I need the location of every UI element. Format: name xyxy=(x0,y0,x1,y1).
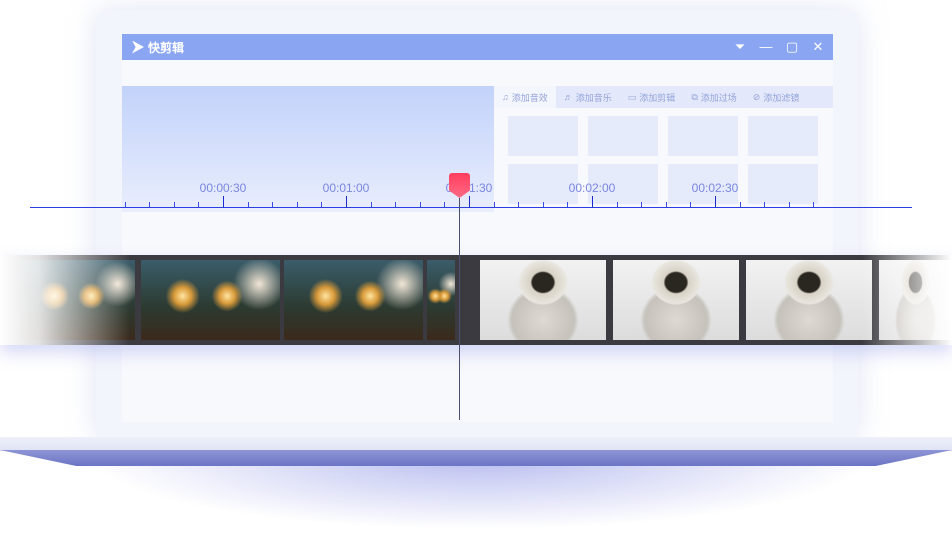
transition-icon: ⧉ xyxy=(691,91,698,102)
laptop-base xyxy=(0,437,952,451)
ruler-tick xyxy=(690,202,692,207)
ruler-tick xyxy=(223,196,224,207)
app-title: 快剪辑 xyxy=(148,40,185,55)
timeline-ruler[interactable]: 00:00:30 00:01:00 00:01:30 00:02:00 00:0… xyxy=(0,170,952,220)
ruler-tick xyxy=(296,202,298,207)
time-label: 00:01:00 xyxy=(322,181,370,195)
ruler-tick xyxy=(395,202,397,207)
material-thumb[interactable] xyxy=(668,116,738,156)
playhead-line xyxy=(459,198,460,420)
ruler-tick xyxy=(173,202,175,207)
video-frame xyxy=(480,260,606,340)
material-thumb[interactable] xyxy=(588,116,658,156)
filter-icon: ⊘ xyxy=(752,91,761,102)
material-thumb[interactable] xyxy=(748,116,818,156)
ruler-tick xyxy=(198,202,200,207)
ruler-tick xyxy=(346,196,347,207)
tab-music[interactable]: ♬ 添加音乐 xyxy=(556,86,620,108)
music-icon: ♬ xyxy=(563,92,573,102)
time-label: 00:02:30 xyxy=(691,181,739,195)
maximize-icon[interactable]: ▢ xyxy=(785,39,799,55)
video-frame xyxy=(613,260,739,340)
video-frame xyxy=(427,260,455,340)
ruler-tick xyxy=(813,202,815,207)
ruler-tick xyxy=(592,196,593,207)
minimize-icon[interactable]: — xyxy=(759,39,773,55)
ruler-tick xyxy=(739,202,741,207)
time-label: 00:02:00 xyxy=(568,181,616,195)
video-frame xyxy=(746,260,872,340)
ruler-tick xyxy=(444,202,446,207)
sound-effect-icon: ♫ xyxy=(502,92,509,102)
time-label: 00:00:30 xyxy=(199,181,247,195)
material-tabs: ♫ 添加音效 ♬ 添加音乐 ▭ 添加剪辑 ⧉ 添加过场 ⊘ 添加滤镜 xyxy=(494,86,833,108)
tab-clip[interactable]: ▭ 添加剪辑 xyxy=(620,86,684,108)
fade-left xyxy=(0,255,130,345)
ruler-tick xyxy=(715,196,716,207)
laptop-base-bottom xyxy=(0,450,952,466)
ruler-tick xyxy=(542,202,544,207)
ruler-tick xyxy=(641,202,643,207)
ruler-tick xyxy=(469,196,470,207)
video-track[interactable] xyxy=(0,255,952,345)
ruler-line xyxy=(30,207,912,208)
ruler-tick xyxy=(272,202,274,207)
tab-transition[interactable]: ⧉ 添加过场 xyxy=(683,86,744,108)
app-window: 快剪辑 ⏷ — ▢ ✕ ♫ 添加音效 ♬ 添加音乐 ▭ 添加剪辑 ⧉ 添加过场 ⊘ 添加滤… xyxy=(122,34,833,422)
ruler-tick xyxy=(788,202,790,207)
title-bar: 快剪辑 ⏷ — ▢ ✕ xyxy=(122,34,833,60)
video-frame xyxy=(284,260,423,340)
tab-filter[interactable]: ⊘ 添加滤镜 xyxy=(745,86,808,108)
video-clip-icon: ▭ xyxy=(627,91,637,102)
ruler-tick xyxy=(247,202,249,207)
ruler-tick xyxy=(321,202,323,207)
ruler-tick xyxy=(616,202,618,207)
ruler-tick xyxy=(493,202,495,207)
ruler-tick xyxy=(764,202,766,207)
dropdown-icon[interactable]: ⏷ xyxy=(733,39,747,55)
material-thumb[interactable] xyxy=(508,116,578,156)
ruler-tick xyxy=(665,202,667,207)
app-logo-icon xyxy=(132,40,144,54)
tab-sound-effect[interactable]: ♫ 添加音效 xyxy=(494,86,556,108)
ruler-tick xyxy=(124,202,126,207)
close-icon[interactable]: ✕ xyxy=(811,39,825,55)
video-frame xyxy=(141,260,280,340)
ruler-tick xyxy=(149,202,151,207)
ruler-tick xyxy=(567,202,569,207)
fade-right xyxy=(862,255,952,345)
ruler-tick xyxy=(419,202,421,207)
ruler-tick xyxy=(518,202,520,207)
ruler-tick xyxy=(370,202,372,207)
